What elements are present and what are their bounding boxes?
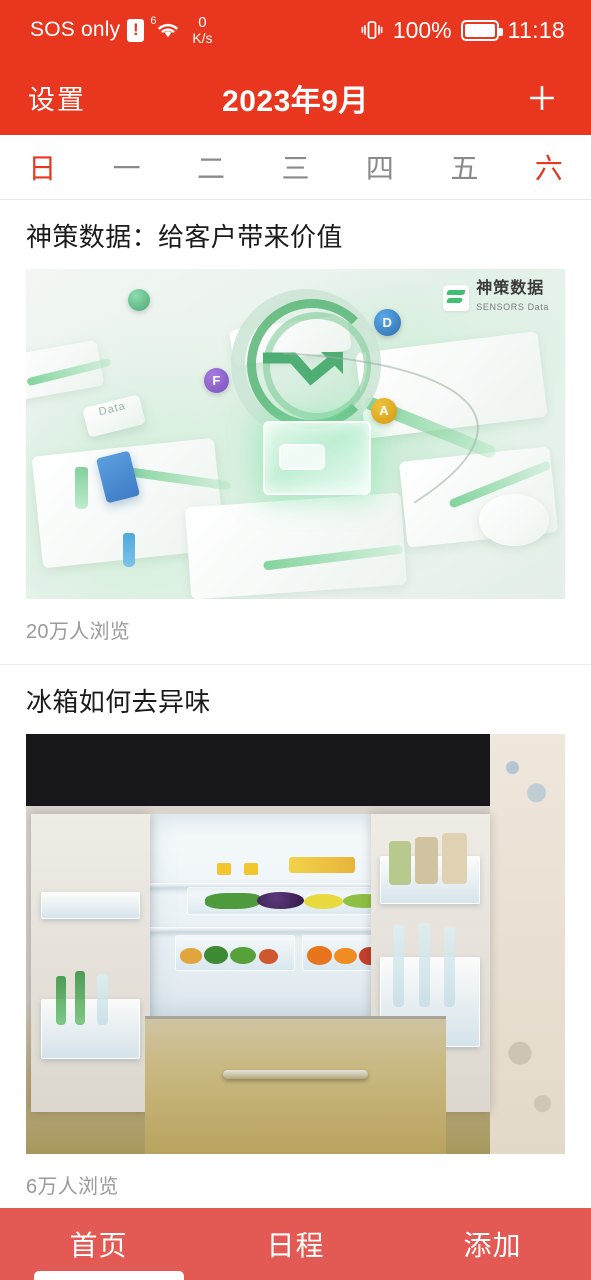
- jar: [389, 841, 411, 886]
- article-image[interactable]: [26, 734, 565, 1155]
- brand-text: 神策数据 SENSORS Data: [476, 280, 549, 315]
- article-card[interactable]: 冰箱如何去异味 6万人浏览: [0, 664, 591, 1220]
- weekday-sat[interactable]: 六: [507, 147, 591, 187]
- illus-bottle: [123, 533, 136, 568]
- article-card[interactable]: 神策数据：给客户带来价值 D F A Data 神策数据 SENSORS Dat…: [0, 200, 591, 665]
- food-tomato: [258, 949, 278, 964]
- article-view-count: 20万人浏览: [26, 621, 131, 644]
- status-bar-right: 100% 11:18: [360, 17, 565, 44]
- battery-icon: [460, 19, 503, 41]
- weekday-bar: 日 一 二 三 四 五 六: [0, 135, 591, 200]
- fridge-door-left: [31, 814, 150, 1113]
- vibrate-icon: [360, 18, 384, 42]
- food-green-veg: [204, 946, 228, 965]
- wifi-icon: 6: [150, 15, 181, 43]
- status-bar: SOS only 6 0 K/s 100: [0, 0, 591, 60]
- weekday-fri[interactable]: 五: [422, 147, 506, 187]
- status-bar-left: SOS only 6 0 K/s: [30, 15, 213, 45]
- weekday-tue[interactable]: 二: [169, 147, 253, 187]
- food-green-veg: [230, 947, 257, 965]
- fridge-handle: [223, 1070, 368, 1080]
- article-image[interactable]: D F A Data 神策数据 SENSORS Data: [26, 269, 565, 600]
- refrigerator-photo: [26, 734, 565, 1155]
- sensors-data-illustration: D F A Data 神策数据 SENSORS Data: [26, 269, 565, 600]
- network-speed-unit: K/s: [192, 29, 213, 46]
- green-bottle: [75, 971, 86, 1026]
- illus-connector-arc: [283, 351, 479, 504]
- clear-bottle: [443, 926, 455, 1008]
- kitchen-wall: [489, 734, 565, 1155]
- food-pepper: [304, 893, 343, 909]
- food-orange-pepper: [180, 948, 202, 964]
- illus-data-box: Data: [82, 394, 147, 438]
- food-orange: [307, 946, 332, 965]
- fridge-door-bin: [40, 971, 141, 1059]
- battery-fill: [464, 23, 495, 37]
- plus-icon: [530, 85, 554, 110]
- app-header: 设置 2023年9月: [0, 60, 591, 135]
- nav-item-home[interactable]: 首页: [0, 1224, 197, 1264]
- weekday-sun[interactable]: 日: [0, 147, 84, 187]
- clear-bottle: [96, 973, 108, 1026]
- weekday-wed[interactable]: 三: [253, 147, 337, 187]
- clear-bottle: [393, 925, 405, 1008]
- fridge-label-sticker: [217, 862, 232, 875]
- fridge-door-bin: [380, 833, 481, 904]
- network-speed: 0 K/s: [192, 15, 212, 45]
- fridge-freezer-drawer: [144, 1015, 447, 1155]
- fridge-door-bin: [40, 891, 141, 919]
- illus-chip-purple: F: [203, 368, 229, 394]
- jar: [414, 836, 439, 885]
- page-title: 2023年9月: [222, 84, 369, 118]
- wifi-glyph: [158, 23, 179, 38]
- nav-item-schedule[interactable]: 日程: [197, 1224, 394, 1264]
- brand-watermark: 神策数据 SENSORS Data: [443, 280, 549, 315]
- brand-name-en: SENSORS Data: [476, 301, 549, 312]
- settings-button[interactable]: 设置: [28, 78, 86, 117]
- weekday-thu[interactable]: 四: [338, 147, 422, 187]
- article-feed[interactable]: 神策数据：给客户带来价值 D F A Data 神策数据 SENSORS Dat…: [0, 200, 591, 1280]
- home-indicator[interactable]: [34, 1271, 184, 1280]
- article-title: 冰箱如何去异味: [26, 687, 211, 718]
- sim-alert-icon: [127, 18, 145, 42]
- illus-bottle: [74, 467, 88, 510]
- clock-label: 11:18: [507, 16, 565, 43]
- jar: [441, 833, 468, 885]
- food-lettuce: [205, 892, 262, 910]
- add-button[interactable]: [521, 77, 563, 119]
- bottom-navigation: 首页 日程 添加: [0, 1208, 591, 1280]
- food-orange: [334, 947, 357, 965]
- carrier-label: SOS only: [30, 18, 121, 41]
- phone-screen: SOS only 6 0 K/s 100: [0, 0, 591, 1280]
- sensors-logo-icon: [443, 284, 470, 311]
- vibrate-glyph: [361, 21, 383, 39]
- fridge-fruit-plate: [289, 856, 356, 873]
- article-title: 神策数据：给客户带来价值: [26, 222, 343, 252]
- food-grapes: [256, 892, 305, 910]
- clear-bottle: [418, 923, 430, 1008]
- network-speed-value: 0: [198, 13, 207, 31]
- illus-chip-green: [128, 288, 151, 311]
- fridge-label-sticker: [244, 862, 259, 875]
- battery-percent-label: 100%: [392, 16, 452, 43]
- nav-item-add[interactable]: 添加: [394, 1224, 591, 1264]
- fridge-top-shadow: [26, 734, 490, 806]
- weekday-mon[interactable]: 一: [84, 147, 168, 187]
- fridge-crisper-left: [174, 935, 296, 972]
- green-bottle: [55, 975, 66, 1026]
- brand-name-cn: 神策数据: [476, 280, 545, 298]
